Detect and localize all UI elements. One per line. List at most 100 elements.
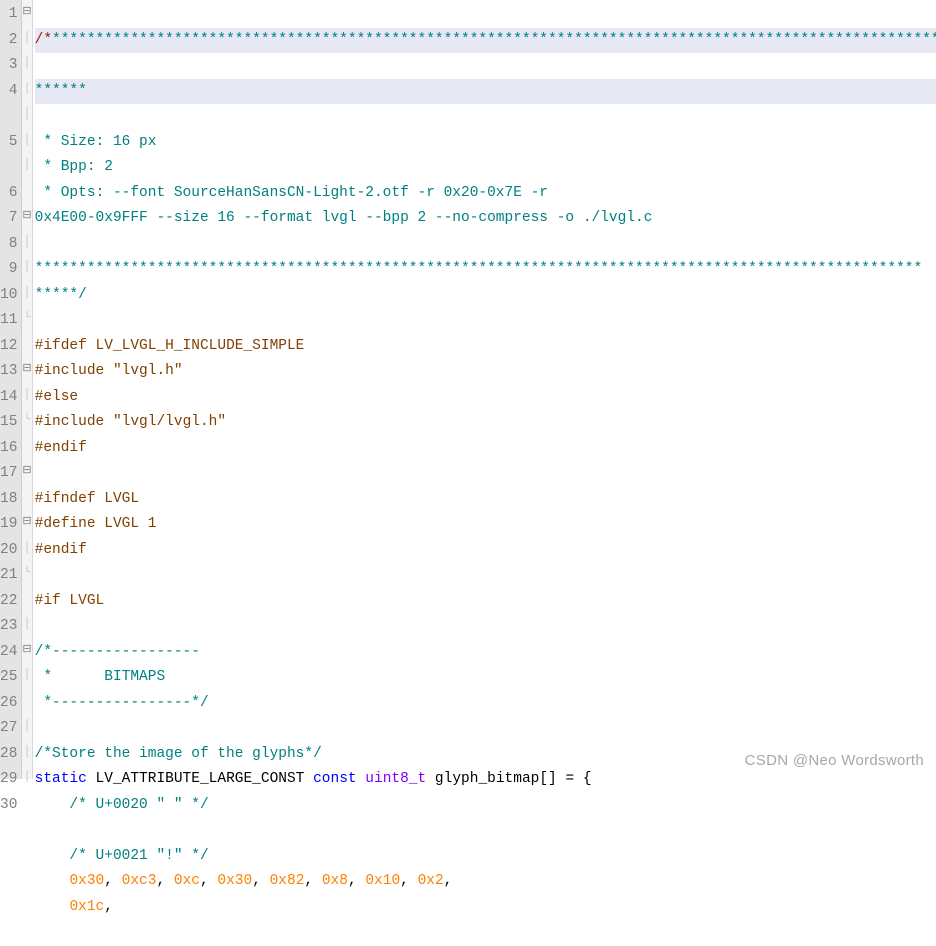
line-number[interactable] <box>0 155 17 181</box>
fold-guide: │ <box>22 612 31 638</box>
code-line: /***************************************… <box>35 28 936 54</box>
code-line: #endif <box>35 440 87 456</box>
fold-collapse-icon[interactable]: ⊟ <box>22 357 31 383</box>
code-line: #if LVGL <box>35 593 105 609</box>
fold-guide: │ <box>22 255 31 281</box>
code-line <box>35 236 44 252</box>
line-number[interactable]: 20 <box>0 538 17 564</box>
fold-guide: │ <box>22 77 31 103</box>
code-line: static LV_ATTRIBUTE_LARGE_CONST const ui… <box>35 771 592 787</box>
line-number[interactable]: 11 <box>0 308 17 334</box>
fold-guide: └ <box>22 561 31 587</box>
line-number[interactable]: 12 <box>0 334 17 360</box>
fold-collapse-icon[interactable]: ⊟ <box>22 204 31 230</box>
code-line: #ifndef LVGL <box>35 491 139 507</box>
code-line: *----------------*/ <box>35 695 209 711</box>
code-editor: 1 2 3 4 5 6 7 8 9 10 11 12 13 14 15 16 1… <box>0 0 936 779</box>
line-number[interactable]: 27 <box>0 716 17 742</box>
fold-guide <box>22 587 31 613</box>
line-number[interactable]: 1 <box>0 2 17 28</box>
fold-guide: │ <box>22 281 31 307</box>
line-number[interactable] <box>0 104 17 130</box>
fold-guide <box>22 689 31 715</box>
line-number[interactable]: 13 <box>0 359 17 385</box>
fold-guide <box>22 485 31 511</box>
fold-guide: │ <box>22 765 31 791</box>
line-number[interactable]: 16 <box>0 436 17 462</box>
fold-column: ⊟ │ │ │ │ │ │ ⊟ │ │ │ └ ⊟ │ └ ⊟ ⊟ │ └ │ … <box>22 0 32 779</box>
fold-guide: │ <box>22 51 31 77</box>
code-line: *****/ <box>35 287 87 303</box>
code-line: #include "lvgl.h" <box>35 363 183 379</box>
code-line: /*Store the image of the glyphs*/ <box>35 746 322 762</box>
code-line: #define LVGL 1 <box>35 516 157 532</box>
fold-guide: │ <box>22 230 31 256</box>
fold-guide <box>22 791 31 817</box>
code-line: * Opts: --font SourceHanSansCN-Light-2.o… <box>35 185 557 201</box>
fold-guide: │ <box>22 26 31 52</box>
line-number[interactable]: 25 <box>0 665 17 691</box>
fold-guide <box>22 332 31 358</box>
line-number[interactable]: 26 <box>0 691 17 717</box>
line-number[interactable]: 18 <box>0 487 17 513</box>
fold-guide: └ <box>22 306 31 332</box>
code-line: ****** <box>35 79 936 105</box>
line-number[interactable]: 5 <box>0 130 17 156</box>
fold-guide <box>22 179 31 205</box>
fold-collapse-icon[interactable]: ⊟ <box>22 0 31 26</box>
line-number[interactable]: 24 <box>0 640 17 666</box>
code-line <box>35 720 44 736</box>
line-number[interactable]: 15 <box>0 410 17 436</box>
line-number[interactable]: 14 <box>0 385 17 411</box>
code-line <box>35 618 44 634</box>
code-line: #else <box>35 389 79 405</box>
fold-guide: │ <box>22 663 31 689</box>
line-number[interactable]: 10 <box>0 283 17 309</box>
line-number[interactable]: 30 <box>0 793 17 819</box>
line-number[interactable]: 3 <box>0 53 17 79</box>
line-number[interactable]: 4 <box>0 79 17 105</box>
fold-guide: │ <box>22 714 31 740</box>
line-number[interactable]: 17 <box>0 461 17 487</box>
code-line: #ifdef LV_LVGL_H_INCLUDE_SIMPLE <box>35 338 305 354</box>
fold-guide: └ <box>22 408 31 434</box>
line-number[interactable]: 8 <box>0 232 17 258</box>
code-area[interactable]: /***************************************… <box>33 0 936 779</box>
code-line: 0x4E00-0x9FFF --size 16 --format lvgl --… <box>35 210 653 226</box>
code-line: * Bpp: 2 <box>35 159 113 175</box>
code-line: #endif <box>35 542 87 558</box>
fold-guide: │ <box>22 153 31 179</box>
line-number[interactable]: 21 <box>0 563 17 589</box>
fold-collapse-icon[interactable]: ⊟ <box>22 510 31 536</box>
code-line <box>35 465 44 481</box>
fold-guide: │ <box>22 102 31 128</box>
code-line: /* U+0021 "!" */ <box>35 848 209 864</box>
line-number[interactable]: 19 <box>0 512 17 538</box>
fold-guide: │ <box>22 740 31 766</box>
fold-guide: │ <box>22 128 31 154</box>
line-number[interactable]: 2 <box>0 28 17 54</box>
line-number[interactable]: 28 <box>0 742 17 768</box>
fold-collapse-icon[interactable]: ⊟ <box>22 459 31 485</box>
code-line: ****************************************… <box>35 261 923 277</box>
code-line: #include "lvgl/lvgl.h" <box>35 414 226 430</box>
line-number[interactable]: 7 <box>0 206 17 232</box>
watermark: CSDN @Neo Wordsworth <box>745 752 924 769</box>
code-line <box>35 312 44 328</box>
line-number[interactable]: 29 <box>0 767 17 793</box>
fold-collapse-icon[interactable]: ⊟ <box>22 638 31 664</box>
line-number[interactable]: 23 <box>0 614 17 640</box>
code-line <box>35 822 44 838</box>
line-number[interactable]: 22 <box>0 589 17 615</box>
code-line: 0x1c, <box>35 899 113 915</box>
code-line <box>35 567 44 583</box>
fold-guide <box>22 434 31 460</box>
line-number[interactable]: 9 <box>0 257 17 283</box>
line-number[interactable]: 6 <box>0 181 17 207</box>
code-line: /* U+0020 " " */ <box>35 797 209 813</box>
code-line: * BITMAPS <box>35 669 166 685</box>
fold-guide: │ <box>22 536 31 562</box>
code-line: * Size: 16 px <box>35 134 157 150</box>
fold-guide: │ <box>22 383 31 409</box>
line-number-gutter: 1 2 3 4 5 6 7 8 9 10 11 12 13 14 15 16 1… <box>0 0 22 779</box>
